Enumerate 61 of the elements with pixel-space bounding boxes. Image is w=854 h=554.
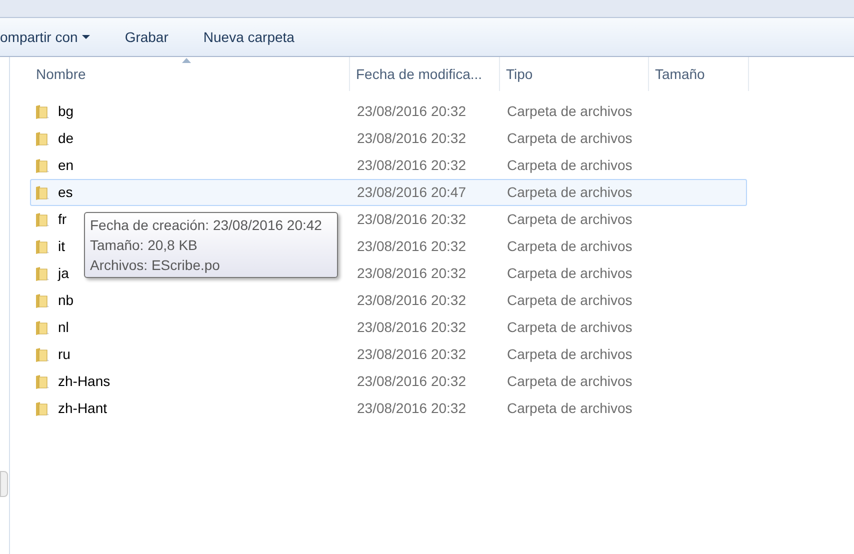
folder-icon [34,266,50,282]
column-header[interactable]: Tipo [500,57,649,91]
folder-icon [34,292,50,308]
folder-icon [34,400,50,416]
file-row[interactable]: es 23/08/2016 20:47 Carpeta de archivos [30,179,747,206]
file-name: de [58,129,74,148]
file-type: Carpeta de archivos [507,400,632,416]
modified-date: 23/08/2016 20:32 [357,373,466,389]
file-type: Carpeta de archivos [507,211,632,227]
toolbar-button[interactable]: Nueva carpeta [203,26,294,48]
file-name: ru [58,345,70,364]
toolbar-button[interactable]: Grabar [124,26,168,48]
folder-icon [34,212,50,228]
file-name: zh-Hant [58,399,108,418]
file-type: Carpeta de archivos [507,157,632,173]
folder-icon [34,158,50,174]
modified-date: 23/08/2016 20:32 [357,103,466,119]
modified-date: 23/08/2016 20:32 [357,400,466,416]
folder-icon [34,104,50,120]
modified-date: 23/08/2016 20:32 [357,157,466,173]
folder-icon [34,238,50,254]
folder-icon [34,130,50,146]
file-name: nl [58,318,69,337]
column-header[interactable]: Fecha de modifica... [350,57,500,91]
file-type: Carpeta de archivos [507,184,632,200]
column-header[interactable]: Nombre [30,57,350,91]
file-type: Carpeta de archivos [507,292,632,308]
file-name: zh-Hans [58,372,110,391]
modified-date: 23/08/2016 20:32 [357,319,466,335]
file-type: Carpeta de archivos [507,346,632,362]
modified-date: 23/08/2016 20:32 [357,265,466,281]
tooltip-line: Archivos: EScribe.po [90,256,221,275]
file-name: es [58,183,73,202]
modified-date: 23/08/2016 20:32 [357,292,466,308]
file-type: Carpeta de archivos [507,373,632,389]
tooltip-line: Fecha de creación: 23/08/2016 20:42 [90,216,323,235]
tooltip-line: Tamaño: 20,8 KB [90,236,198,255]
file-name: it [58,237,65,256]
file-type: Carpeta de archivos [507,130,632,146]
file-type: Carpeta de archivos [507,319,632,335]
modified-date: 23/08/2016 20:32 [357,211,466,227]
folder-icon [34,346,50,362]
modified-date: 23/08/2016 20:32 [357,346,466,362]
file-name: bg [58,102,74,121]
file-name: fr [58,210,67,229]
folder-icon [34,184,50,200]
modified-date: 23/08/2016 20:47 [357,184,466,200]
file-type: Carpeta de archivos [507,265,632,281]
file-name: ja [58,264,69,283]
file-name: en [58,156,74,175]
caret-icon [82,34,90,40]
folder-icon [34,320,50,336]
toolbar-button[interactable]: ompartir con [0,26,90,48]
file-type: Carpeta de archivos [507,103,632,119]
scrollbar-thumb[interactable] [0,471,8,497]
file-name: nb [58,291,74,310]
modified-date: 23/08/2016 20:32 [357,238,466,254]
folder-icon [34,374,50,390]
modified-date: 23/08/2016 20:32 [357,130,466,146]
column-header[interactable]: Tamaño [649,57,749,91]
file-type: Carpeta de archivos [507,238,632,254]
